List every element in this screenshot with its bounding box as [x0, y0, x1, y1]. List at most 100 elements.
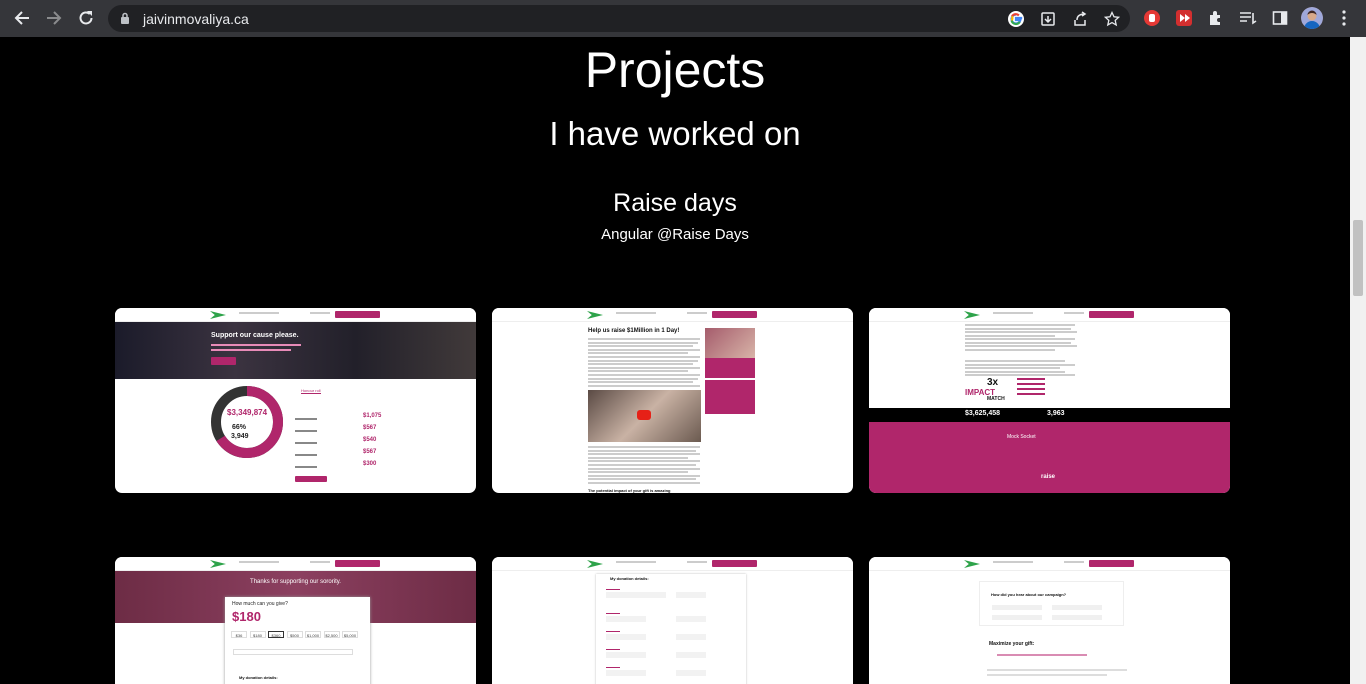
- video-thumbnail: [588, 390, 701, 442]
- raised-amount: $3,349,874: [227, 408, 268, 417]
- donor-amount: $300: [363, 461, 377, 467]
- project-screenshot-5[interactable]: My donation details:: [492, 557, 853, 684]
- project-screenshot-2[interactable]: Help us raise $1Million in 1 Day! The po…: [492, 308, 853, 493]
- text-line: [965, 331, 1077, 333]
- donor-count: 3,949: [231, 433, 249, 440]
- project-screenshot-1[interactable]: Support our cause please. $3,349,874 66%…: [115, 308, 476, 493]
- donation-details-title: My donation details:: [239, 675, 278, 680]
- scrollbar[interactable]: [1350, 37, 1366, 684]
- text-line: [588, 460, 700, 463]
- text-line: [588, 345, 693, 348]
- form-field: [606, 652, 646, 658]
- address-bar[interactable]: jaivinmovaliya.ca: [108, 5, 1130, 32]
- logo: [964, 560, 980, 568]
- text-line: [588, 449, 696, 452]
- lock-icon[interactable]: [120, 12, 130, 30]
- text-line: [588, 356, 700, 358]
- text-line: [588, 341, 698, 344]
- dedication-select: [233, 649, 353, 655]
- puzzle-icon[interactable]: [1206, 8, 1226, 28]
- logo: [587, 311, 603, 319]
- share-icon[interactable]: [1070, 9, 1090, 29]
- hear-about-box: How did you hear about our campaign?: [979, 581, 1124, 626]
- text-line: [588, 482, 700, 484]
- amount-option: $500: [286, 631, 303, 638]
- sidepanel-icon[interactable]: [1270, 8, 1290, 28]
- support-button: [335, 560, 380, 567]
- text-line: [588, 359, 698, 362]
- card-navbar: [492, 557, 853, 571]
- project-screenshot-3[interactable]: 3x IMPACT MATCH $3,625,458 3,963 Mock So…: [869, 308, 1230, 493]
- forward-icon[interactable]: [43, 7, 65, 29]
- browser-toolbar: jaivinmovaliya.ca: [0, 0, 1366, 37]
- form-field: [606, 670, 646, 676]
- text-line: [588, 352, 688, 355]
- project-screenshot-4[interactable]: Thanks for supporting our sorority. How …: [115, 557, 476, 684]
- text-line: [588, 446, 700, 448]
- goal-donut: [211, 386, 283, 458]
- impact-multiplier: 3x: [987, 377, 999, 388]
- kebab-icon[interactable]: [1334, 8, 1354, 28]
- share-card: [705, 380, 755, 414]
- avatar[interactable]: [1301, 7, 1323, 29]
- form-field: [676, 634, 706, 640]
- donor-name: [295, 430, 317, 432]
- text-line: [965, 360, 1065, 362]
- sponsor-name: Mock Socket: [1007, 434, 1036, 440]
- amount-option: $180: [249, 631, 266, 638]
- support-button: [335, 311, 380, 318]
- form-field: [606, 592, 666, 598]
- amount-option: $360: [268, 631, 284, 638]
- text-line: [588, 374, 700, 376]
- install-icon[interactable]: [1038, 9, 1058, 29]
- amount-option: $2,500: [323, 631, 340, 638]
- donor-amount: $567: [363, 449, 377, 455]
- donor-amount: $540: [363, 437, 377, 443]
- page-subtitle: I have worked on: [549, 115, 801, 152]
- text-line: [965, 341, 1071, 344]
- card-navbar: [492, 308, 853, 322]
- text-line: [588, 478, 696, 481]
- hero-banner: Support our cause please.: [115, 322, 476, 379]
- url-text[interactable]: jaivinmovaliya.ca: [143, 11, 249, 27]
- text-line: [588, 377, 698, 380]
- maximize-title: Maximize your gift:: [989, 641, 1035, 647]
- total-donors: 3,963: [1047, 410, 1065, 417]
- text-line: [965, 348, 1055, 351]
- field-label: [606, 667, 620, 668]
- text-line: [588, 453, 700, 456]
- logo: [587, 560, 603, 568]
- scrollbar-thumb[interactable]: [1353, 220, 1363, 296]
- back-icon[interactable]: [11, 7, 33, 29]
- form-field: [676, 652, 706, 658]
- text-line: [588, 381, 693, 384]
- match-word: MATCH: [987, 396, 1005, 402]
- totals-bar: $3,625,458 3,963: [869, 408, 1230, 422]
- google-icon[interactable]: [1006, 9, 1026, 29]
- ext-red2-icon[interactable]: [1174, 8, 1194, 28]
- amount-option: $36: [231, 631, 247, 638]
- reload-icon[interactable]: [75, 7, 97, 29]
- card2-headline: Help us raise $1Million in 1 Day!: [588, 328, 680, 334]
- selected-amount: $180: [232, 609, 261, 624]
- text-line: [965, 334, 1055, 337]
- ext-red-icon[interactable]: [1142, 8, 1162, 28]
- total-raised: $3,625,458: [965, 410, 1001, 417]
- form-field: [606, 616, 646, 622]
- match-row: [1017, 378, 1045, 380]
- match-row: [1017, 383, 1045, 385]
- text-line: [965, 374, 1075, 376]
- support-button: [712, 560, 757, 567]
- support-button: [1089, 311, 1134, 318]
- donor-name: [295, 418, 317, 420]
- card-navbar: [115, 557, 476, 571]
- page-title: Projects: [584, 42, 766, 98]
- text-line: [965, 370, 1065, 373]
- form-field: [676, 670, 706, 676]
- project-screenshot-6[interactable]: How did you hear about our campaign? Max…: [869, 557, 1230, 684]
- reading-list-icon[interactable]: [1238, 8, 1258, 28]
- star-icon[interactable]: [1102, 9, 1122, 29]
- field-label: [606, 613, 620, 614]
- project-name: Raise days: [613, 189, 737, 217]
- side-photo: [705, 328, 755, 358]
